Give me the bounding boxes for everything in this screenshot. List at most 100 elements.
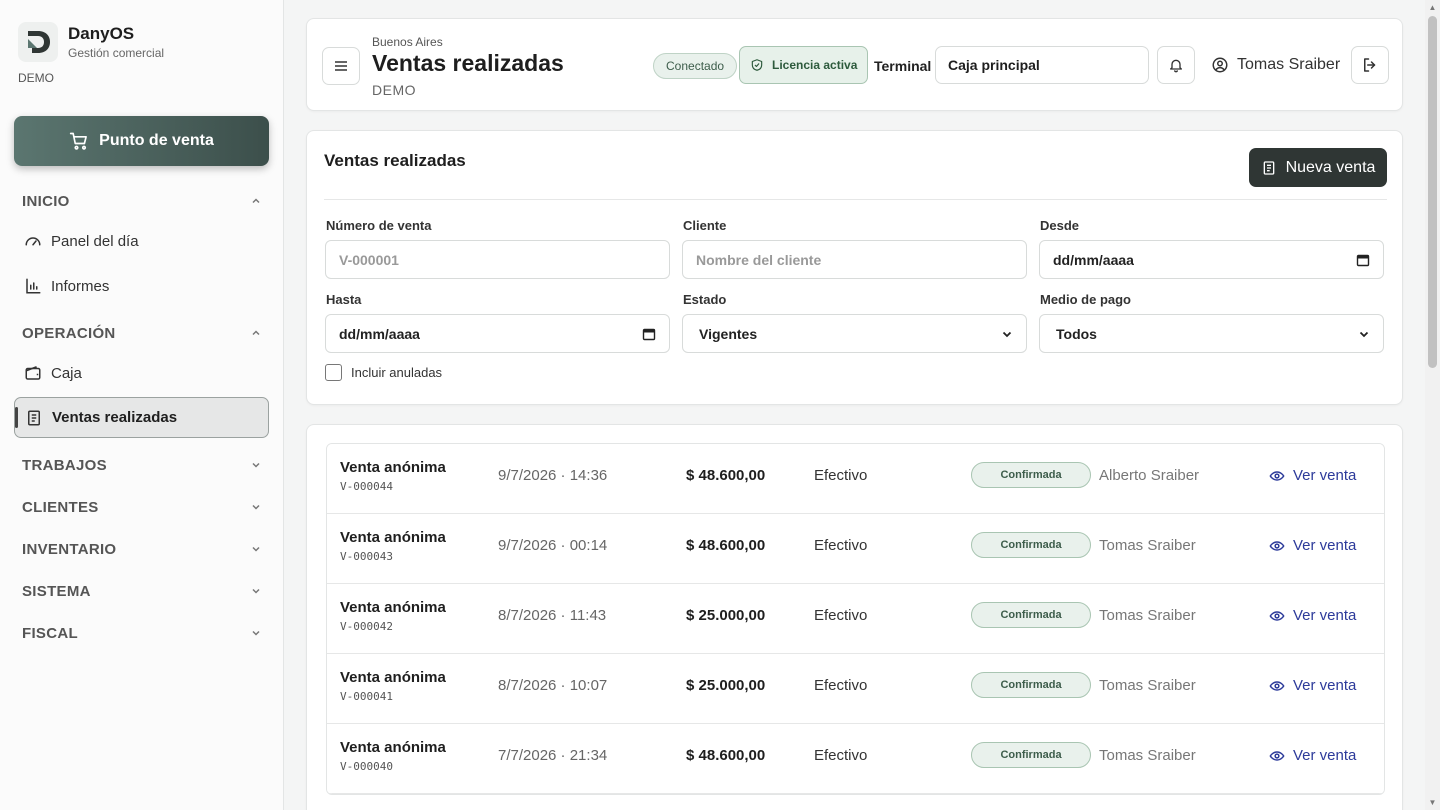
- sidebar-section-sistema[interactable]: SISTEMA: [22, 579, 262, 603]
- new-sale-button[interactable]: Nueva venta: [1249, 148, 1387, 187]
- sidebar-section-inventario[interactable]: INVENTARIO: [22, 537, 262, 561]
- brand-logo-icon: [18, 22, 58, 62]
- sale-amount: $ 48.600,00: [686, 747, 766, 764]
- status-label: Estado: [683, 292, 727, 307]
- status-badge: Confirmada: [971, 602, 1091, 628]
- client-input[interactable]: Nombre del cliente: [682, 240, 1027, 279]
- header-city: Buenos Aires: [372, 35, 443, 49]
- point-of-sale-button[interactable]: Punto de venta: [14, 116, 269, 166]
- menu-button[interactable]: [322, 47, 360, 85]
- sidebar-item-caja[interactable]: Caja: [24, 361, 264, 385]
- sale-title: Venta anónima: [340, 459, 446, 476]
- sidebar: DanyOS Gestión comercial DEMO Punto de v…: [0, 0, 284, 810]
- sale-amount: $ 48.600,00: [686, 467, 766, 484]
- terminal-field[interactable]: Caja principal: [935, 46, 1149, 84]
- point-of-sale-label: Punto de venta: [99, 132, 214, 149]
- cart-icon: [69, 132, 88, 150]
- sale-number: V-000042: [340, 620, 393, 633]
- payment-method-label: Medio de pago: [1040, 292, 1131, 307]
- table-row[interactable]: Venta anónima V-000043 9/7/2026 · 00:14 $ 4…: [327, 514, 1384, 584]
- table-row[interactable]: Venta anónima V-000041 8/7/2026 · 10:07 $ 2…: [327, 654, 1384, 724]
- user-circle-icon: [1212, 57, 1228, 73]
- payment-method-select[interactable]: Todos: [1039, 314, 1384, 353]
- notifications-button[interactable]: [1157, 46, 1195, 84]
- filters-title: Ventas realizadas: [324, 151, 466, 170]
- header-env: DEMO: [372, 82, 416, 98]
- sidebar-section-trabajos[interactable]: TRABAJOS: [22, 453, 262, 477]
- status-badge: Confirmada: [971, 532, 1091, 558]
- brand-name: DanyOS: [68, 24, 135, 43]
- sale-date: 9/7/2026 · 14:36: [498, 467, 608, 484]
- sale-user: Tomas Sraiber: [1099, 677, 1196, 694]
- sidebar-item-ventas-realizadas[interactable]: Ventas realizadas: [14, 397, 269, 438]
- bell-icon: [1170, 59, 1182, 73]
- terminal-label: Terminal: [874, 58, 932, 74]
- sale-number: V-000044: [340, 480, 393, 493]
- sales-list: Venta anónima V-000044 9/7/2026 · 14:36 $ 4…: [326, 443, 1385, 795]
- eye-icon: [1269, 750, 1285, 761]
- sale-number-label: Número de venta: [326, 218, 432, 233]
- to-date-label: Hasta: [326, 292, 362, 307]
- sidebar-item-panel-del-dia[interactable]: Panel del día: [24, 229, 264, 253]
- status-badge: Confirmada: [971, 462, 1091, 488]
- brand: DanyOS Gestión comercial: [18, 22, 164, 62]
- chevron-up-icon: [252, 198, 260, 204]
- sidebar-section-inicio[interactable]: INICIO: [22, 189, 262, 213]
- page-scrollbar[interactable]: ▲ ▼: [1425, 0, 1440, 810]
- view-sale-link[interactable]: Ver venta: [1269, 677, 1356, 694]
- sale-date: 9/7/2026 · 00:14: [498, 537, 608, 554]
- view-sale-link[interactable]: Ver venta: [1269, 607, 1356, 624]
- active-indicator: [15, 407, 18, 428]
- user-menu[interactable]: Tomas Sraiber: [1211, 56, 1340, 74]
- view-sale-link[interactable]: Ver venta: [1269, 747, 1356, 764]
- divider: [324, 199, 1387, 200]
- scroll-down-icon[interactable]: ▼: [1428, 798, 1437, 807]
- include-cancelled-checkbox[interactable]: [325, 364, 342, 381]
- brand-env: DEMO: [18, 71, 54, 85]
- status-select[interactable]: Vigentes: [682, 314, 1027, 353]
- calendar-icon: [1356, 254, 1370, 266]
- document-icon: [1263, 160, 1274, 175]
- eye-icon: [1269, 470, 1285, 481]
- include-cancelled-label: Incluir anuladas: [351, 365, 443, 380]
- sale-number-input[interactable]: V-000001: [325, 240, 670, 279]
- view-sale-link[interactable]: Ver venta: [1269, 537, 1356, 554]
- sidebar-item-informes[interactable]: Informes: [24, 274, 264, 298]
- sales-list-panel: Venta anónima V-000044 9/7/2026 · 14:36 $ 4…: [306, 424, 1403, 810]
- to-date-input[interactable]: dd/mm/aaaa: [325, 314, 670, 353]
- client-label: Cliente: [683, 218, 727, 233]
- sale-title: Venta anónima: [340, 599, 446, 616]
- scroll-up-icon[interactable]: ▲: [1428, 3, 1437, 12]
- logout-button[interactable]: [1351, 46, 1389, 84]
- from-date-label: Desde: [1040, 218, 1080, 233]
- sale-user: Tomas Sraiber: [1099, 537, 1196, 554]
- status-badge: Confirmada: [971, 672, 1091, 698]
- sale-date: 7/7/2026 · 21:34: [498, 747, 608, 764]
- sidebar-section-operacion[interactable]: OPERACIÓN: [22, 321, 262, 345]
- gauge-icon: [25, 237, 41, 246]
- table-row[interactable]: Venta anónima V-000040 7/7/2026 · 21:34 $ 4…: [327, 724, 1384, 794]
- from-date-input[interactable]: dd/mm/aaaa: [1039, 240, 1384, 279]
- sale-title: Venta anónima: [340, 529, 446, 546]
- chevron-down-icon: [1359, 331, 1369, 337]
- table-row[interactable]: Venta anónima V-000042 8/7/2026 · 11:43 $ 2…: [327, 584, 1384, 654]
- scroll-thumb[interactable]: [1428, 16, 1437, 368]
- view-sale-link[interactable]: Ver venta: [1269, 467, 1356, 484]
- page-header: Buenos Aires Ventas realizadas DEMO Cone…: [306, 18, 1403, 111]
- table-row[interactable]: Venta anónima V-000044 9/7/2026 · 14:36 $ 4…: [327, 444, 1384, 514]
- chevron-down-icon: [252, 462, 260, 468]
- document-icon: [28, 410, 40, 425]
- status-badge: Confirmada: [971, 742, 1091, 768]
- eye-icon: [1269, 540, 1285, 551]
- chevron-down-icon: [1002, 331, 1012, 337]
- sidebar-section-clientes[interactable]: CLIENTES: [22, 495, 262, 519]
- chevron-up-icon: [252, 330, 260, 336]
- sale-payment-method: Efectivo: [814, 747, 868, 764]
- brand-subtitle: Gestión comercial: [68, 46, 165, 60]
- sidebar-section-fiscal[interactable]: FISCAL: [22, 621, 262, 645]
- sale-number: V-000040: [340, 760, 393, 773]
- sale-title: Venta anónima: [340, 739, 446, 756]
- sale-title: Venta anónima: [340, 669, 446, 686]
- include-cancelled-option[interactable]: Incluir anuladas: [325, 364, 442, 381]
- sale-payment-method: Efectivo: [814, 607, 868, 624]
